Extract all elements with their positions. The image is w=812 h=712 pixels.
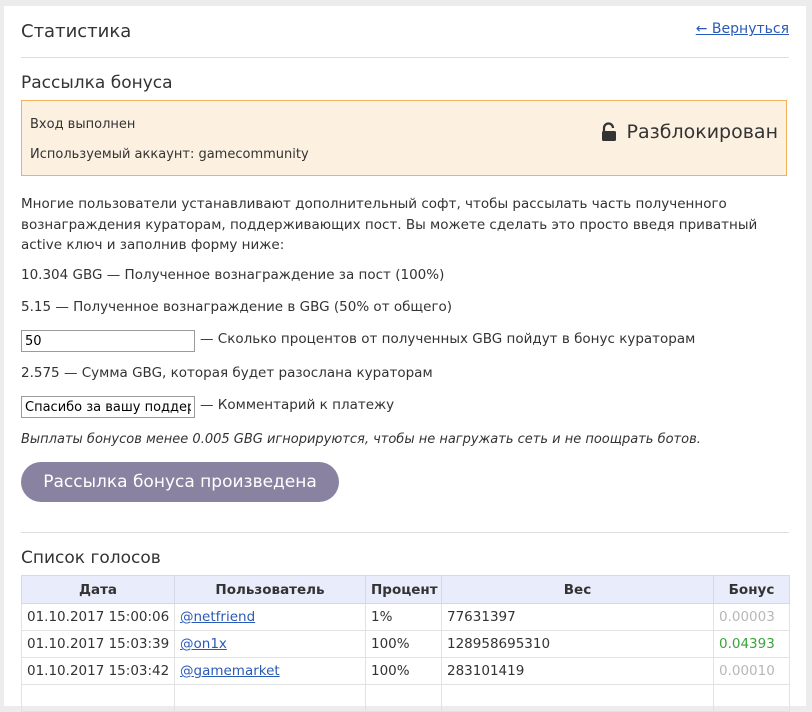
login-status-text: Вход выполнен <box>30 117 136 132</box>
login-status-box: Вход выполнен Используемый аккаунт: game… <box>21 100 787 176</box>
vote-user-cell: @on1x <box>174 630 366 658</box>
column-header-weight[interactable]: Вес <box>441 575 714 604</box>
comment-label: — Комментарий к платежу <box>200 397 395 413</box>
bonus-note: Выплаты бонусов менее 0.005 GBG игнориру… <box>21 432 701 447</box>
vote-date: 01.10.2017 15:03:42 <box>21 657 175 685</box>
vote-user-link[interactable]: @gamemarket <box>180 663 280 679</box>
table-row: 01.10.2017 15:03:39 @on1x 100% 128958695… <box>21 630 790 658</box>
page-header: Статистика ← Вернуться <box>21 6 789 58</box>
vote-percent: 100% <box>365 657 442 685</box>
divider <box>21 532 789 533</box>
section-title: Рассылка бонуса <box>21 73 173 93</box>
back-link[interactable]: ← Вернуться <box>696 21 789 37</box>
vote-date: 01.10.2017 15:03:39 <box>21 630 175 658</box>
sum-line: 2.575 — Сумма GBG, которая будет разосла… <box>21 365 433 381</box>
column-header-percent[interactable]: Процент <box>365 575 442 604</box>
unlocked-padlock-icon <box>601 122 619 142</box>
votes-table: Дата Пользователь Процент Вес Бонус 01.1… <box>21 575 790 712</box>
main-panel: Статистика ← Вернуться Рассылка бонуса В… <box>4 6 806 712</box>
vote-bonus: 0.00003 <box>713 603 790 631</box>
percent-input[interactable] <box>21 330 195 352</box>
vote-weight: 128958695310 <box>441 630 714 658</box>
lock-status: Разблокирован <box>601 121 778 143</box>
description-text: Многие пользователи устанавливают дополн… <box>21 196 758 253</box>
comment-input[interactable] <box>21 396 195 418</box>
vote-date: 01.10.2017 15:00:06 <box>21 603 175 631</box>
page-title: Статистика <box>21 21 132 42</box>
percent-label: — Сколько процентов от полученных GBG по… <box>200 331 696 347</box>
column-header-bonus[interactable]: Бонус <box>713 575 790 604</box>
send-bonus-button[interactable]: Рассылка бонуса произведена <box>21 462 339 502</box>
votes-title: Список голосов <box>21 548 161 568</box>
reward-gbg-line: 5.15 — Полученное вознаграждение в GBG (… <box>21 299 453 315</box>
lock-status-label: Разблокирован <box>626 121 778 143</box>
table-row: 01.10.2017 15:03:42 @gamemarket 100% 283… <box>21 657 790 685</box>
vote-bonus: 0.04393 <box>713 630 790 658</box>
vote-weight: 283101419 <box>441 657 714 685</box>
vote-percent: 1% <box>365 603 442 631</box>
vote-user-cell: @gamemarket <box>174 657 366 685</box>
vote-bonus: 0.00010 <box>713 657 790 685</box>
account-text: Используемый аккаунт: gamecommunity <box>30 147 309 162</box>
vote-percent: 100% <box>365 630 442 658</box>
column-header-date[interactable]: Дата <box>21 575 175 604</box>
column-header-user[interactable]: Пользователь <box>174 575 366 604</box>
vote-weight: 77631397 <box>441 603 714 631</box>
vote-user-link[interactable]: @netfriend <box>180 609 255 625</box>
vote-user-cell: @netfriend <box>174 603 366 631</box>
vote-user-link[interactable]: @on1x <box>180 636 227 652</box>
table-row: 01.10.2017 15:00:06 @netfriend 1% 776313… <box>21 603 790 631</box>
table-header-row: Дата Пользователь Процент Вес Бонус <box>21 575 790 604</box>
reward-line: 10.304 GBG — Полученное вознаграждение з… <box>21 267 445 283</box>
